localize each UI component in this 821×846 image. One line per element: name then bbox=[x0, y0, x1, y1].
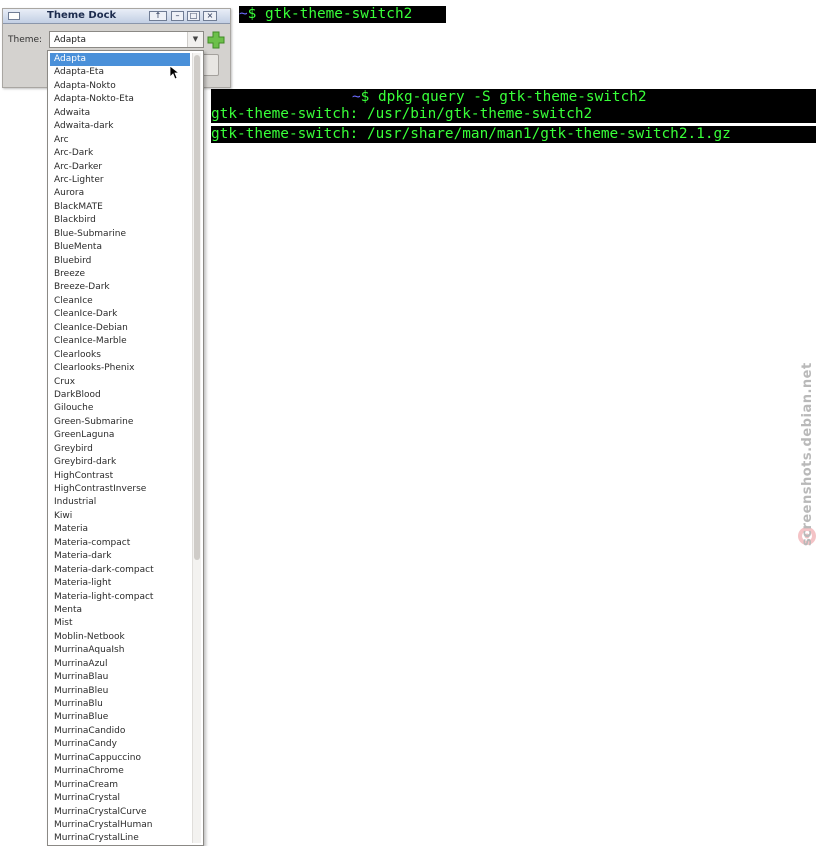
theme-list-item[interactable]: DarkBlood bbox=[50, 389, 190, 402]
theme-list-item[interactable]: Materia bbox=[50, 523, 190, 536]
theme-list-item[interactable]: MurrinaAquaIsh bbox=[50, 644, 190, 657]
chevron-down-icon[interactable]: ▼ bbox=[187, 32, 203, 47]
scrollbar[interactable] bbox=[192, 53, 201, 843]
theme-list-item[interactable]: Adwaita bbox=[50, 107, 190, 120]
theme-list-item[interactable]: MurrinaCrystal bbox=[50, 792, 190, 805]
window-title: Theme Dock bbox=[47, 10, 117, 21]
theme-list-item[interactable]: MurrinaChrome bbox=[50, 765, 190, 778]
theme-list-item[interactable]: Materia-dark bbox=[50, 550, 190, 563]
theme-list-item[interactable]: Green-Submarine bbox=[50, 416, 190, 429]
theme-list-item[interactable]: HighContrastInverse bbox=[50, 483, 190, 496]
theme-list-item[interactable]: Adwaita-dark bbox=[50, 120, 190, 133]
theme-list-item[interactable]: Adapta-Eta bbox=[50, 66, 190, 79]
theme-combobox[interactable]: Adapta ▼ bbox=[49, 31, 204, 48]
theme-list-item[interactable]: GreenLaguna bbox=[50, 429, 190, 442]
theme-dropdown-list[interactable]: Adapta Adapta-Eta Adapta-Nokto Adapta-Nokto… bbox=[47, 50, 204, 846]
theme-list-item[interactable]: Blue-Submarine bbox=[50, 228, 190, 241]
theme-list-item[interactable]: MurrinaBlue bbox=[50, 711, 190, 724]
prompt-tilde: ~ bbox=[352, 89, 361, 105]
theme-list-item[interactable]: Greybird-dark bbox=[50, 456, 190, 469]
terminal-output-line-2: gtk-theme-switch: /usr/share/man/man1/gt… bbox=[211, 126, 816, 143]
theme-list-item[interactable]: Aurora bbox=[50, 187, 190, 200]
theme-list-item[interactable]: Kiwi bbox=[50, 510, 190, 523]
theme-list-item[interactable]: Arc-Lighter bbox=[50, 174, 190, 187]
terminal-line-2: ~$ dpkg-query -S gtk-theme-switch2 bbox=[211, 89, 816, 106]
prompt-tilde: ~ bbox=[239, 6, 248, 22]
theme-list-item[interactable]: Crux bbox=[50, 376, 190, 389]
theme-list-item[interactable]: Materia-light-compact bbox=[50, 591, 190, 604]
theme-list-item[interactable]: Clearlooks-Phenix bbox=[50, 362, 190, 375]
theme-list-item[interactable]: Breeze-Dark bbox=[50, 281, 190, 294]
theme-list-item[interactable]: MurrinaAzul bbox=[50, 658, 190, 671]
theme-list-item[interactable]: BlackMATE bbox=[50, 201, 190, 214]
theme-list-item[interactable]: MurrinaCrystalHuman bbox=[50, 819, 190, 832]
theme-list-item[interactable]: Gilouche bbox=[50, 402, 190, 415]
theme-list-items: Adapta Adapta-Eta Adapta-Nokto Adapta-Nokto… bbox=[50, 53, 190, 845]
theme-list-item[interactable]: MurrinaBlau bbox=[50, 671, 190, 684]
terminal-line-1: ~$ gtk-theme-switch2 bbox=[239, 6, 446, 23]
terminal-output-line-1: gtk-theme-switch: /usr/bin/gtk-theme-swi… bbox=[211, 106, 816, 123]
theme-list-item[interactable]: BlueMenta bbox=[50, 241, 190, 254]
theme-list-item[interactable]: Industrial bbox=[50, 496, 190, 509]
theme-list-item[interactable]: CleanIce-Marble bbox=[50, 335, 190, 348]
theme-list-item[interactable]: Materia-dark-compact bbox=[50, 564, 190, 577]
command-dpkg-query: $ dpkg-query -S gtk-theme-switch2 bbox=[360, 89, 647, 105]
theme-list-item[interactable]: Bluebird bbox=[50, 255, 190, 268]
theme-list-item[interactable]: CleanIce-Dark bbox=[50, 308, 190, 321]
theme-list-item[interactable]: Menta bbox=[50, 604, 190, 617]
theme-list-item[interactable]: Materia-light bbox=[50, 577, 190, 590]
theme-list-item[interactable]: Blackbird bbox=[50, 214, 190, 227]
shade-button[interactable]: ↑ bbox=[149, 11, 167, 21]
theme-list-item[interactable]: MurrinaCrystalCurve bbox=[50, 806, 190, 819]
scrollbar-thumb[interactable] bbox=[194, 55, 200, 560]
window-menu-icon[interactable] bbox=[8, 12, 20, 20]
theme-list-item[interactable]: Mist bbox=[50, 617, 190, 630]
theme-list-item[interactable]: Clearlooks bbox=[50, 349, 190, 362]
mouse-pointer-icon bbox=[170, 66, 180, 80]
theme-list-item[interactable]: Adapta-Nokto-Eta bbox=[50, 93, 190, 106]
theme-list-item[interactable]: MurrinaBleu bbox=[50, 685, 190, 698]
theme-list-item[interactable]: Moblin-Netbook bbox=[50, 631, 190, 644]
theme-list-item[interactable]: HighContrast bbox=[50, 470, 190, 483]
theme-list-item[interactable]: MurrinaCappuccino bbox=[50, 752, 190, 765]
theme-list-item[interactable]: CleanIce bbox=[50, 295, 190, 308]
theme-list-item[interactable]: Materia-compact bbox=[50, 537, 190, 550]
theme-list-item[interactable]: MurrinaCream bbox=[50, 779, 190, 792]
watermark-text: screenshots.debian.net bbox=[800, 362, 815, 546]
theme-list-item[interactable]: Arc-Darker bbox=[50, 161, 190, 174]
command-gtk-theme-switch: $ gtk-theme-switch2 bbox=[247, 6, 413, 22]
theme-list-item[interactable]: Breeze bbox=[50, 268, 190, 281]
minimize-button[interactable]: – bbox=[171, 11, 184, 21]
titlebar[interactable]: Theme Dock ↑ – □ × bbox=[3, 9, 230, 24]
combo-selected-value: Adapta bbox=[54, 35, 86, 45]
close-button[interactable]: × bbox=[203, 11, 217, 21]
theme-list-item[interactable]: Greybird bbox=[50, 443, 190, 456]
theme-list-item[interactable]: MurrinaBlu bbox=[50, 698, 190, 711]
theme-list-item[interactable]: CleanIce-Debian bbox=[50, 322, 190, 335]
theme-list-item[interactable]: Adapta-Nokto bbox=[50, 80, 190, 93]
theme-label: Theme: bbox=[8, 35, 43, 45]
theme-list-item[interactable]: MurrinaCandido bbox=[50, 725, 190, 738]
theme-list-item[interactable]: Arc-Dark bbox=[50, 147, 190, 160]
theme-list-item[interactable]: Adapta bbox=[50, 53, 190, 67]
add-theme-plus-icon[interactable] bbox=[207, 31, 225, 49]
theme-list-item[interactable]: MurrinaCrystalLine bbox=[50, 832, 190, 845]
maximize-button[interactable]: □ bbox=[187, 11, 200, 21]
theme-list-item[interactable]: MurrinaCandy bbox=[50, 738, 190, 751]
theme-list-item[interactable]: Arc bbox=[50, 134, 190, 147]
